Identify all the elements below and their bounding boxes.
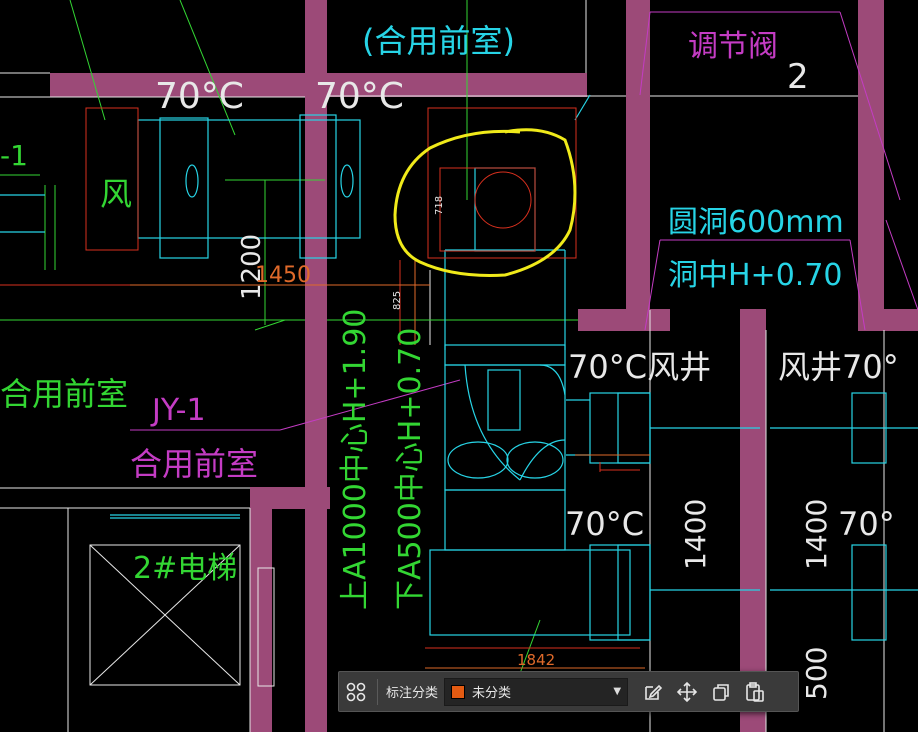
label-dim-718: 718	[434, 196, 445, 215]
cad-drawing-canvas[interactable]: (合用前室) 调节阀 70°C 70°C 风 2 圆洞600mm 洞中H+0.7…	[0, 0, 918, 732]
label-damper: 调节阀	[688, 29, 778, 64]
label-temp-70-shaft: 70°C风井	[568, 348, 711, 386]
label-vertical-lower: 下A500中心H+0.70	[393, 328, 428, 610]
paste-icon	[746, 681, 764, 702]
grid-button[interactable]	[339, 675, 373, 709]
paste-button[interactable]	[738, 675, 772, 709]
label-shared-anteroom-mid: 合用前室	[130, 445, 258, 483]
label-num-2: 2	[787, 57, 809, 97]
toolbar-separator	[377, 678, 378, 705]
yellow-highlight-annotation[interactable]	[393, 128, 577, 277]
grid-icon	[346, 682, 366, 701]
category-label: 标注分类	[386, 685, 439, 700]
label-round-hole: 圆洞600mm	[668, 205, 844, 240]
label-temp-70-left: 70°C	[155, 76, 244, 117]
label-edge-1: -1	[0, 139, 28, 172]
label-dim-1450: 1450	[255, 263, 311, 288]
label-temp-70-right-low: 70°	[838, 505, 895, 543]
edit-icon	[645, 684, 663, 700]
chevron-down-icon: ▼	[613, 686, 622, 697]
green-lines	[0, 0, 578, 701]
copy-icon	[713, 683, 729, 701]
label-shaft-70: 风井70°	[778, 348, 899, 386]
edit-button[interactable]	[636, 675, 670, 709]
copy-button[interactable]	[704, 675, 738, 709]
label-dim-825: 825	[392, 291, 403, 310]
label-dim-1500-partial: 500	[800, 647, 833, 700]
label-dim-1842: 1842	[517, 651, 555, 669]
category-select-value: 未分类	[472, 685, 512, 700]
label-elevator-2: 2#电梯	[133, 551, 237, 586]
label-dim-1400-a: 1400	[679, 499, 712, 570]
label-temp-70-low: 70°C	[565, 505, 644, 543]
move-icon	[676, 681, 698, 702]
label-shared-anteroom-top: (合用前室)	[362, 22, 515, 60]
label-hole-center: 洞中H+0.70	[668, 258, 843, 293]
move-button[interactable]	[670, 675, 704, 709]
label-dim-1400-b: 1400	[800, 499, 833, 570]
label-temp-70-mid: 70°C	[315, 76, 404, 117]
annotation-toolbar: 标注分类 未分类 ▼	[338, 671, 799, 712]
label-wind: 风	[100, 175, 132, 213]
category-color-swatch	[451, 684, 466, 699]
label-shared-anteroom-left: 合用前室	[0, 375, 128, 413]
label-vertical-upper: 上A1000中心H+1.90	[338, 309, 373, 610]
label-jy1: JY-1	[150, 393, 206, 428]
category-select[interactable]: 未分类 ▼	[444, 677, 629, 706]
